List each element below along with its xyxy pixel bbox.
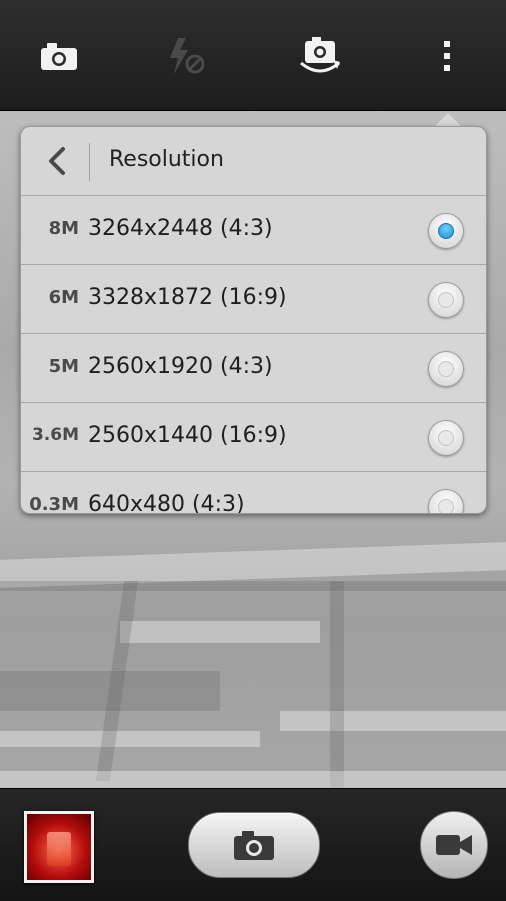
resolution-option-6m[interactable]: 6M 3328x1872 (16:9) (21, 265, 486, 334)
video-record-button[interactable] (420, 811, 488, 879)
more-options-icon[interactable] (419, 30, 475, 82)
resolution-option-3-6m[interactable]: 3.6M 2560x1440 (16:9) (21, 403, 486, 472)
resolution-option-8m[interactable]: 8M 3264x2448 (4:3) (21, 196, 486, 265)
radio-button[interactable] (428, 351, 464, 387)
resolution-label: 2560x1440 (16:9) (88, 423, 287, 448)
shutter-button[interactable] (188, 812, 320, 878)
megapixel-label: 0.3M (29, 494, 79, 514)
back-chevron-icon[interactable] (39, 143, 75, 179)
menu-title: Resolution (109, 147, 224, 172)
popup-pointer (434, 113, 462, 127)
radio-button-selected[interactable] (428, 213, 464, 249)
megapixel-label: 3.6M (31, 425, 79, 445)
camera-mode-icon[interactable] (31, 30, 87, 82)
video-camera-icon (436, 835, 472, 855)
gallery-thumbnail[interactable] (24, 811, 94, 883)
header-divider (89, 143, 90, 181)
megapixel-label: 6M (48, 287, 79, 308)
resolution-label: 3264x2448 (4:3) (88, 216, 273, 241)
radio-button[interactable] (428, 282, 464, 318)
megapixel-label: 8M (48, 218, 79, 239)
resolution-label: 2560x1920 (4:3) (88, 354, 273, 379)
flash-off-icon[interactable] (158, 30, 214, 82)
menu-header: Resolution (21, 127, 486, 196)
bottom-toolbar (0, 788, 506, 901)
shutter-camera-icon (234, 831, 274, 860)
resolution-label: 640x480 (4:3) (88, 492, 245, 514)
resolution-label: 3328x1872 (16:9) (88, 285, 287, 310)
resolution-menu: Resolution 8M 3264x2448 (4:3) 6M 3328x18… (20, 126, 487, 514)
resolution-option-5m[interactable]: 5M 2560x1920 (4:3) (21, 334, 486, 403)
top-toolbar (0, 0, 506, 111)
resolution-option-0-3m[interactable]: 0.3M 640x480 (4:3) (21, 472, 486, 514)
radio-button[interactable] (428, 420, 464, 456)
switch-camera-icon[interactable] (292, 30, 348, 82)
megapixel-label: 5M (48, 356, 79, 377)
radio-button[interactable] (428, 489, 464, 513)
